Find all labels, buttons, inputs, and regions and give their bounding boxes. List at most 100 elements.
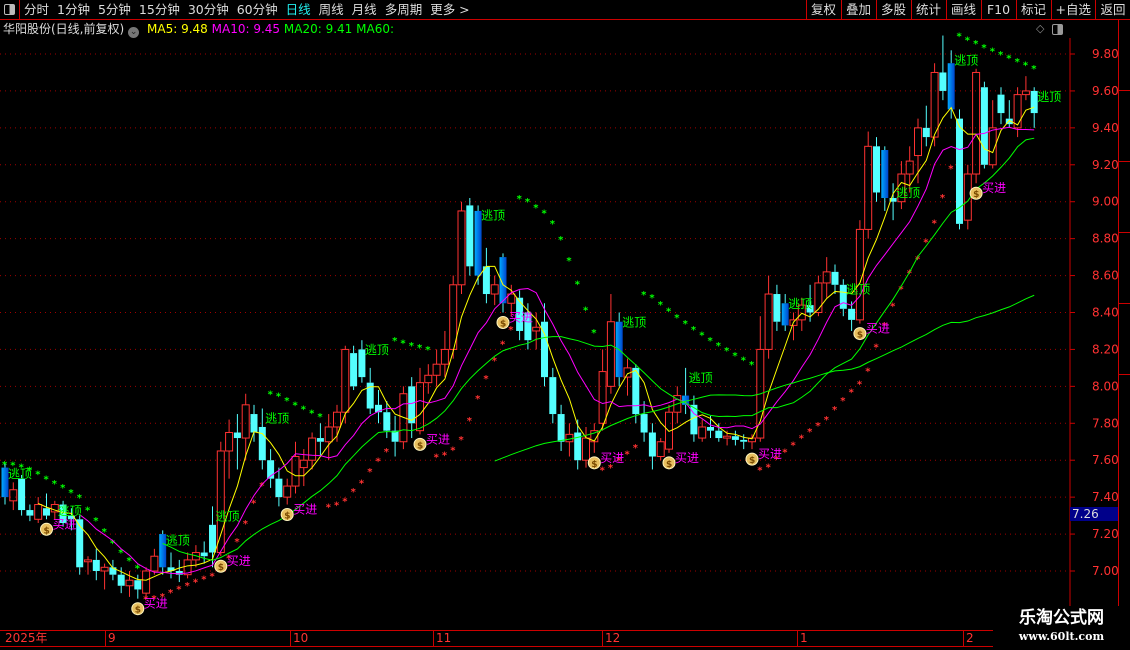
diamond-icon[interactable]: ◇	[1036, 22, 1044, 35]
sar-dot: *	[384, 447, 390, 458]
candle-body	[814, 282, 823, 313]
candle-body	[134, 580, 142, 590]
candle	[9, 482, 18, 511]
right-side-panel[interactable]	[1118, 20, 1130, 630]
toolbar-button[interactable]: 复权	[805, 0, 841, 19]
candle	[457, 201, 466, 295]
period-tab[interactable]: 周线	[315, 0, 348, 19]
sar-dot: *	[766, 462, 772, 473]
candle	[831, 264, 839, 295]
sar-dot: *	[409, 341, 415, 352]
candle	[250, 404, 258, 442]
candle-body	[275, 478, 283, 498]
sar-dot: *	[201, 575, 207, 586]
candle	[76, 515, 84, 575]
toolbar-button[interactable]: 标记	[1015, 0, 1051, 19]
candle-body	[482, 266, 490, 295]
sar-dot: *	[301, 404, 307, 415]
sar-dot: *	[649, 293, 655, 304]
period-tab[interactable]: 日线	[282, 0, 315, 19]
panel-icon[interactable]	[1052, 24, 1064, 35]
candle	[598, 349, 607, 431]
sar-dot: *	[757, 465, 763, 476]
candle-body	[125, 579, 134, 587]
toolbar-button[interactable]: F10	[980, 0, 1016, 19]
toolbar-button[interactable]: 返回	[1095, 0, 1130, 19]
top-signal-label: 逃顶	[1037, 90, 1061, 104]
sar-dot: *	[575, 280, 581, 291]
price-tick-label: 9.20	[1092, 158, 1119, 172]
period-tab[interactable]: 多周期	[381, 0, 427, 19]
period-tab[interactable]: 15分钟	[135, 0, 184, 19]
candle	[466, 198, 474, 276]
top-signal-label: 逃顶	[954, 53, 978, 67]
toolbar-button[interactable]: 画线	[945, 0, 981, 19]
period-tab[interactable]: 30分钟	[184, 0, 233, 19]
period-tab[interactable]: 5分钟	[94, 0, 135, 19]
sar-dot: *	[35, 470, 41, 481]
candle-body	[241, 404, 250, 439]
period-tab[interactable]: 分时	[20, 0, 53, 19]
sar-dot: *	[932, 219, 938, 230]
candle-body	[209, 524, 216, 553]
buy-signal: $ 买进	[280, 503, 317, 522]
sar-dot: *	[840, 396, 846, 407]
candle-body	[34, 504, 43, 520]
buy-signal: $ 买进	[214, 554, 251, 573]
toolbar-button[interactable]: +自选	[1050, 0, 1095, 19]
toolbar-button[interactable]: 叠加	[840, 0, 876, 19]
period-tab[interactable]: 60分钟	[233, 0, 282, 19]
price-tick-label: 8.80	[1092, 232, 1119, 246]
sar-dot: *	[276, 392, 282, 403]
sar-dot: *	[799, 434, 805, 445]
sar-dot: *	[957, 32, 963, 43]
period-tab[interactable]: 1分钟	[53, 0, 94, 19]
candle	[241, 393, 250, 461]
signal-markers: 逃顶逃顶逃顶逃顶逃顶逃顶逃顶逃顶逃顶逃顶逃顶逃顶逃顶逃顶$ 买进$ 买进$ 买进$ 买进…	[8, 53, 1061, 615]
candle-body	[200, 552, 208, 557]
sar-dot: *	[359, 479, 365, 490]
sar-dot: *	[85, 506, 91, 517]
candle	[84, 556, 92, 575]
candle-body	[216, 450, 225, 554]
candle-body	[408, 386, 416, 424]
time-label: 2	[963, 631, 974, 646]
candle-body	[715, 430, 723, 439]
candle	[267, 449, 275, 488]
buy-signal-label: 买进	[144, 597, 168, 611]
candlestick-chart[interactable]: 9.80 9.60 9.40 9.20 9.00 8.80 8.60 8.40 8.20 8.00…	[0, 0, 1130, 650]
toolbar-button[interactable]: 多股	[875, 0, 911, 19]
candle	[350, 345, 358, 391]
sar-dot: *	[708, 336, 714, 347]
chevron-down-icon[interactable]: ⌄	[128, 27, 140, 38]
price-tick-label: 9.60	[1092, 84, 1119, 98]
sar-dot: *	[533, 203, 539, 214]
candle	[914, 118, 922, 184]
sar-dot: *	[168, 588, 174, 599]
top-signal-label: 逃顶	[689, 371, 713, 385]
candle-body	[299, 459, 308, 469]
candle	[532, 312, 541, 350]
top-signal-label: 逃顶	[846, 282, 870, 296]
toolbar-button[interactable]: 统计	[910, 0, 946, 19]
period-tab[interactable]: 更多 >	[426, 0, 473, 19]
sar-dot: *	[342, 497, 348, 508]
candle-body	[606, 321, 615, 387]
buy-signal: $ 买进	[853, 322, 890, 341]
candle-body	[947, 63, 955, 110]
candle-body	[565, 433, 574, 443]
sar-dot: *	[641, 290, 647, 301]
grid-lines	[0, 53, 1068, 572]
sar-dot: *	[907, 269, 913, 280]
price-axis: 9.80 9.60 9.40 9.20 9.00 8.80 8.60 8.40 8.20 8.00…	[1070, 47, 1119, 578]
sar-dot: *	[68, 488, 74, 499]
sar-dot: *	[93, 516, 99, 527]
sar-dot: *	[542, 209, 548, 220]
sar-dot: *	[77, 493, 83, 504]
sar-dot: *	[176, 584, 182, 595]
candle-body	[549, 377, 557, 415]
sar-dot: *	[600, 465, 606, 476]
period-tab[interactable]: 月线	[348, 0, 381, 19]
panel-toggle-button[interactable]	[0, 0, 20, 19]
candle-body	[117, 574, 125, 586]
